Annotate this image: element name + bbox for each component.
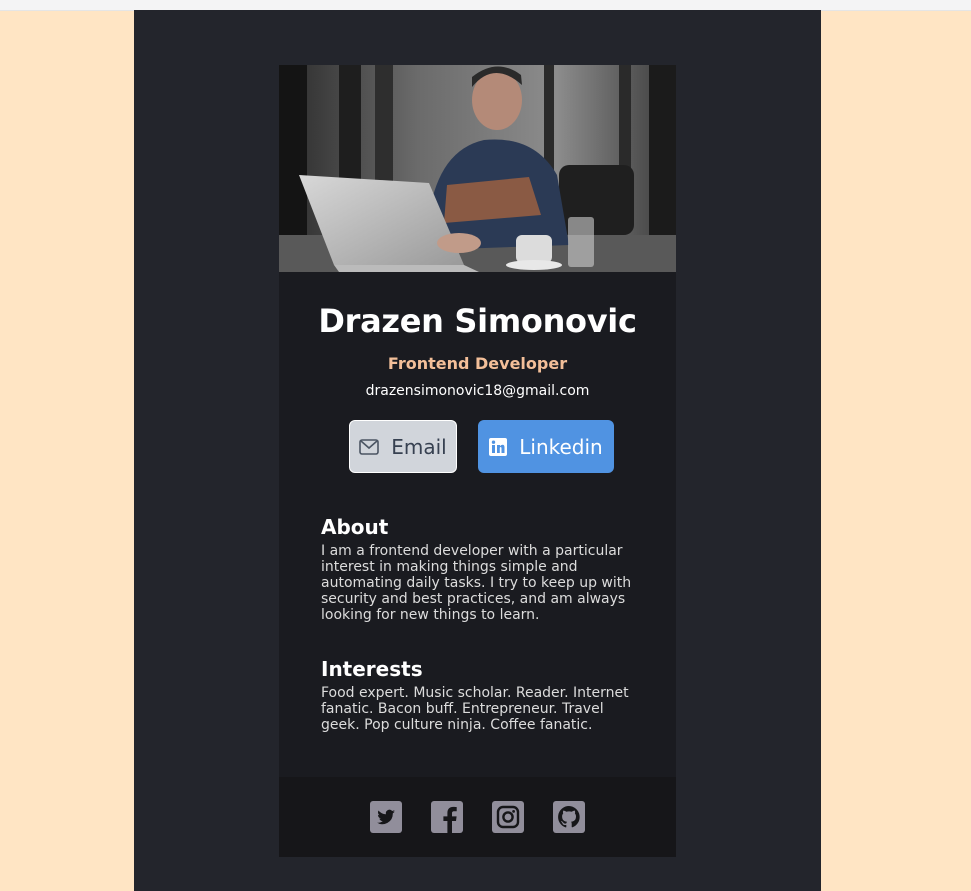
interests-heading: Interests — [321, 657, 423, 681]
profile-card: Drazen Simonovic Frontend Developer draz… — [279, 65, 676, 857]
linkedin-button-label: Linkedin — [519, 434, 603, 459]
twitter-icon[interactable] — [370, 801, 402, 833]
contact-buttons: Email Linkedin — [279, 420, 676, 473]
instagram-icon[interactable] — [492, 801, 524, 833]
page-container: Drazen Simonovic Frontend Developer draz… — [134, 10, 821, 891]
github-icon[interactable] — [553, 801, 585, 833]
linkedin-button[interactable]: Linkedin — [478, 420, 614, 473]
about-text: I am a frontend developer with a particu… — [321, 543, 632, 623]
interests-section: Interests Food expert. Music scholar. Re… — [279, 657, 676, 733]
profile-role: Frontend Developer — [387, 354, 568, 373]
about-section: About I am a frontend developer with a p… — [279, 515, 676, 623]
profile-photo — [279, 65, 676, 272]
about-heading: About — [321, 515, 389, 539]
facebook-icon[interactable] — [431, 801, 463, 833]
social-footer — [279, 777, 676, 857]
mail-icon — [359, 438, 380, 455]
profile-name: Drazen Simonovic — [318, 302, 637, 340]
email-button[interactable]: Email — [349, 420, 457, 473]
email-button-label: Email — [391, 434, 447, 459]
linkedin-icon — [489, 437, 508, 456]
profile-email: drazensimonovic18@gmail.com — [365, 383, 590, 399]
interests-text: Food expert. Music scholar. Reader. Inte… — [321, 685, 629, 733]
